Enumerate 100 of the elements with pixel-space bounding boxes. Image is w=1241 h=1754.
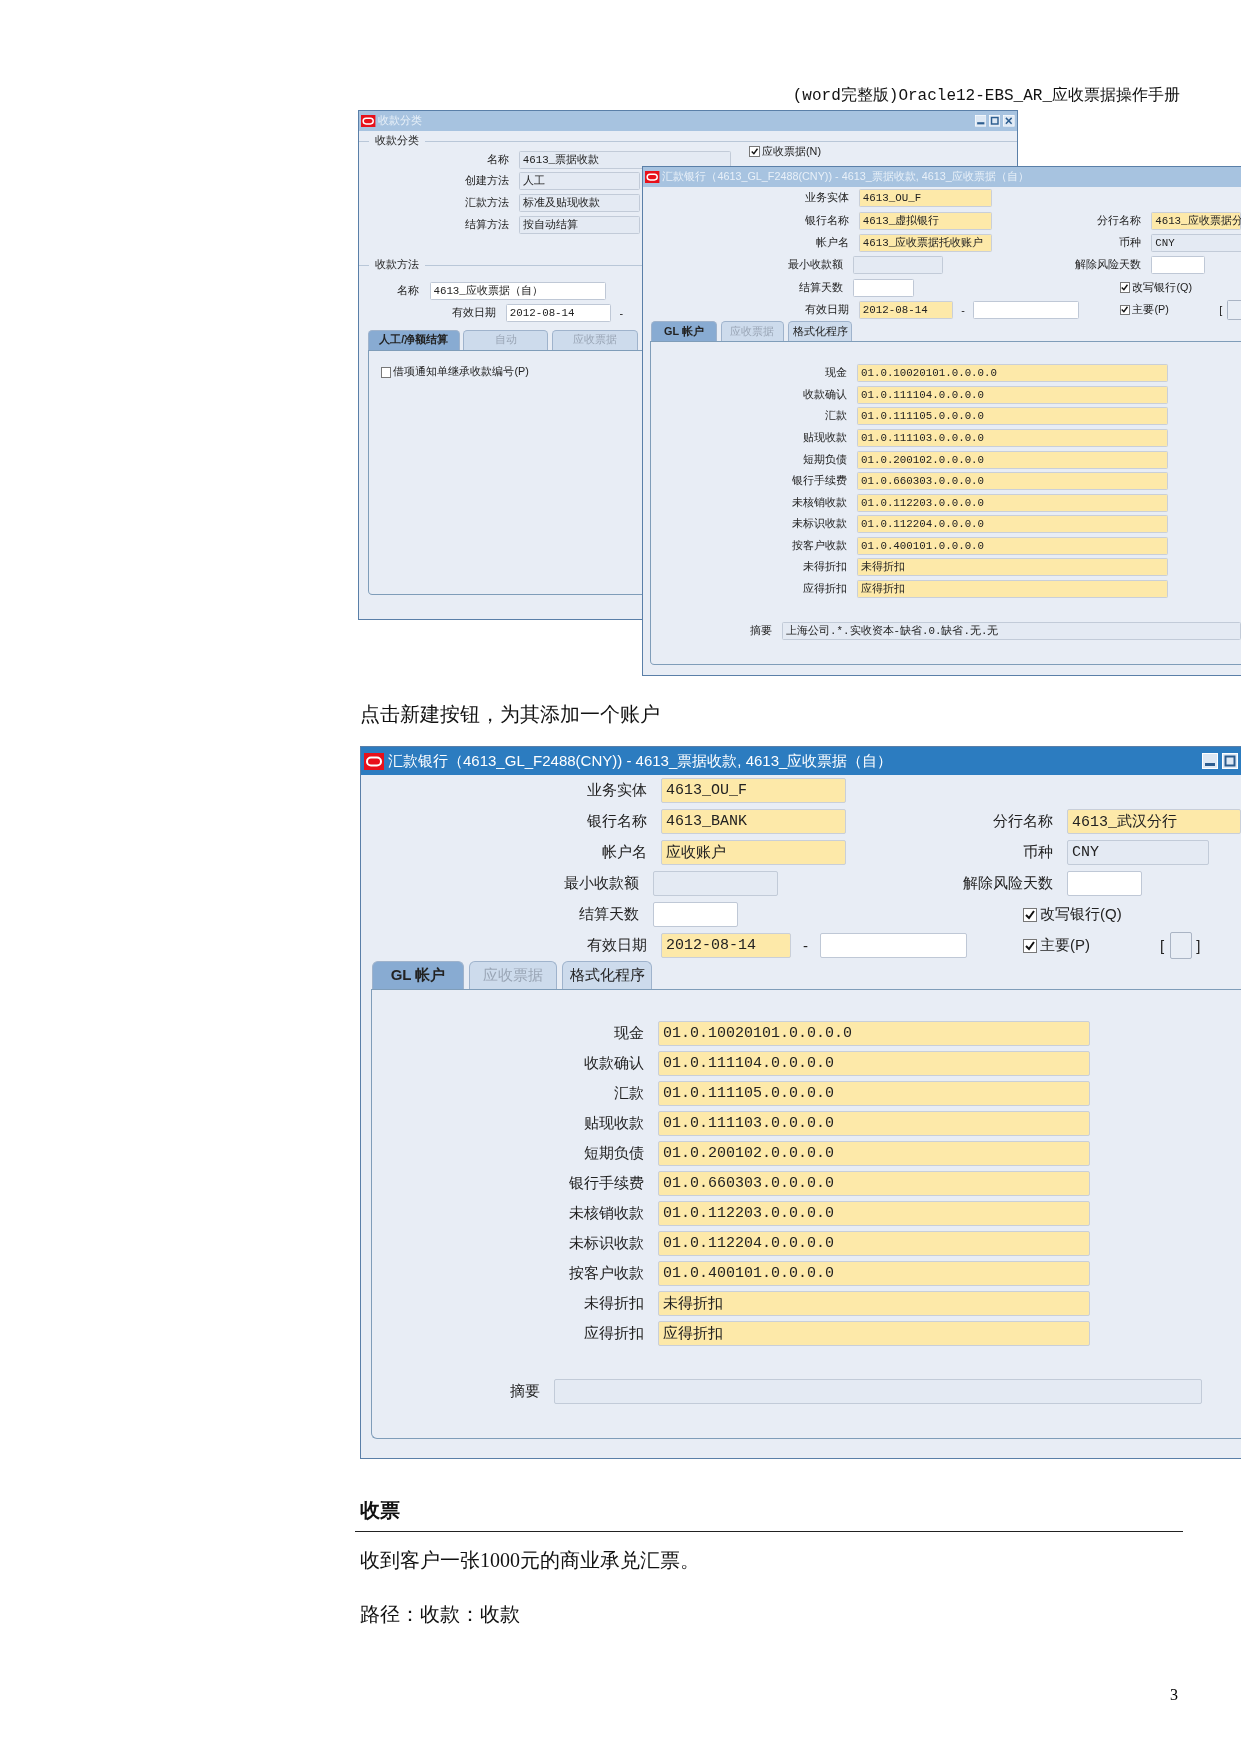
- text-field[interactable]: 4613_OU_F: [859, 189, 993, 208]
- account-field[interactable]: 01.0.111103.0.0.0.0: [857, 428, 1169, 447]
- text-field[interactable]: 2012-08-14: [505, 304, 611, 322]
- text-field[interactable]: CNY: [1151, 233, 1241, 252]
- minimize-icon[interactable]: [1202, 753, 1218, 769]
- checkbox[interactable]: [1023, 907, 1037, 922]
- field-label: 币种: [1118, 235, 1142, 250]
- text-field[interactable]: 2012-08-14: [859, 300, 953, 319]
- text-field[interactable]: 按自动结算: [518, 215, 640, 234]
- field-label: 帐户名: [601, 843, 647, 862]
- checkbox[interactable]: [749, 146, 760, 158]
- flexfield-field[interactable]: [1226, 299, 1241, 320]
- flexfield-field[interactable]: [1170, 932, 1193, 959]
- account-field[interactable]: 01.0.111105.0.0.0.0: [658, 1080, 1090, 1106]
- bracket: [: [1219, 303, 1223, 316]
- field-label: 分行名称: [1096, 213, 1142, 228]
- maximize-icon[interactable]: [1222, 753, 1238, 769]
- account-field[interactable]: 未得折扣: [857, 558, 1169, 577]
- tab[interactable]: 格式化程序: [787, 321, 853, 342]
- field-label: 有效日期: [803, 302, 849, 317]
- field-label: 贴现收款: [802, 430, 847, 445]
- text-field[interactable]: 标准及贴现收款: [518, 193, 640, 212]
- tab[interactable]: GL 帐户: [372, 961, 464, 989]
- tab[interactable]: GL 帐户: [650, 321, 718, 342]
- checkbox-label: 借项通知单继承收款编号(P): [393, 365, 529, 380]
- tab[interactable]: 格式化程序: [562, 961, 652, 989]
- field-label: 结算方法: [463, 217, 509, 232]
- account-field[interactable]: 应得折扣: [857, 580, 1169, 599]
- account-field[interactable]: 01.0.111104.0.0.0.0: [658, 1050, 1090, 1076]
- text-field[interactable]: 4613_BANK: [661, 809, 846, 834]
- text-field[interactable]: CNY: [1067, 840, 1209, 865]
- account-field[interactable]: 01.0.112204.0.0.0.0: [857, 515, 1169, 534]
- text-field[interactable]: [1151, 256, 1206, 275]
- text-field[interactable]: [820, 933, 967, 958]
- text-field[interactable]: [853, 278, 915, 297]
- field-label: 创建方法: [463, 174, 509, 189]
- field-label: 汇款方法: [463, 195, 509, 210]
- text-field[interactable]: 4613_虚拟银行: [859, 211, 993, 230]
- field-label: 未标识收款: [791, 517, 847, 532]
- bracket: [: [1160, 937, 1165, 954]
- field-label: 摘要: [749, 623, 773, 638]
- field-label: 银行名称: [803, 213, 849, 228]
- tab[interactable]: 人工/净额结算: [367, 329, 460, 350]
- account-field[interactable]: 01.0.200102.0.0.0.0: [658, 1140, 1090, 1166]
- field-label: 贴现收款: [583, 1113, 644, 1133]
- text-field[interactable]: 人工: [518, 172, 640, 191]
- account-field[interactable]: 01.0.400101.0.0.0.0: [857, 536, 1169, 555]
- text-field[interactable]: 4613_票据收款: [518, 150, 732, 169]
- window-title: 汇款银行（4613_GL_F2488(CNY)) - 4613_票据收款, 4613_应收票据（自）: [388, 751, 894, 771]
- account-field[interactable]: 01.0.111104.0.0.0.0: [857, 385, 1169, 404]
- account-field[interactable]: 应得折扣: [658, 1320, 1090, 1346]
- checkbox-label: 改写银行(Q): [1040, 905, 1122, 924]
- checkbox[interactable]: [1119, 304, 1131, 316]
- checkbox[interactable]: [1119, 282, 1131, 293]
- account-field[interactable]: 01.0.10020101.0.0.0.0: [658, 1020, 1090, 1046]
- section-heading: 收票: [360, 1497, 401, 1523]
- text-field[interactable]: 4613_应收票据（自）: [429, 281, 606, 300]
- text-field[interactable]: [853, 256, 944, 275]
- field-label: 最小收款额: [787, 258, 844, 273]
- text-field[interactable]: [1067, 871, 1142, 896]
- checkbox[interactable]: [1023, 938, 1037, 953]
- summary-field[interactable]: [554, 1378, 1202, 1404]
- field-label: 业务实体: [803, 191, 849, 206]
- checkbox-label: 改写银行(Q): [1132, 280, 1192, 295]
- account-field[interactable]: 01.0.112204.0.0.0.0: [658, 1230, 1090, 1256]
- text-field[interactable]: 4613_应收票据托收账户: [859, 233, 993, 252]
- field-label: 结算天数: [798, 280, 844, 295]
- checkbox[interactable]: [380, 367, 392, 378]
- section-title: 收款分类: [374, 134, 419, 149]
- text-field[interactable]: [973, 300, 1080, 319]
- text-field[interactable]: 4613_武汉分行: [1067, 809, 1241, 834]
- account-field[interactable]: 01.0.400101.0.0.0.0: [658, 1260, 1090, 1286]
- account-field[interactable]: 01.0.111105.0.0.0.0: [857, 407, 1169, 426]
- account-field[interactable]: 01.0.112203.0.0.0.0: [857, 493, 1169, 512]
- maximize-icon[interactable]: [988, 115, 1001, 127]
- logo-icon: [645, 170, 660, 184]
- text-field[interactable]: [653, 902, 738, 927]
- summary-field[interactable]: 上海公司.*.实收资本-缺省.0.缺省.无.无: [782, 621, 1241, 640]
- field-label: 短期负债: [802, 452, 847, 467]
- minimize-icon[interactable]: [974, 115, 987, 127]
- account-field[interactable]: 01.0.111103.0.0.0.0: [658, 1110, 1090, 1136]
- field-label: 解除风险天数: [962, 874, 1053, 893]
- close-icon[interactable]: [1003, 115, 1015, 127]
- account-field[interactable]: 01.0.660303.0.0.0.0: [658, 1170, 1090, 1196]
- account-field[interactable]: 01.0.660303.0.0.0.0: [857, 472, 1169, 491]
- field-label: 分行名称: [992, 812, 1053, 831]
- account-field[interactable]: 未得折扣: [658, 1290, 1090, 1316]
- text-field[interactable]: 应收账户: [661, 840, 846, 865]
- account-field[interactable]: 01.0.200102.0.0.0.0: [857, 450, 1169, 469]
- account-field[interactable]: 01.0.112203.0.0.0.0: [658, 1200, 1090, 1226]
- logo-icon: [361, 114, 376, 128]
- text-field[interactable]: [653, 871, 778, 896]
- field-label: 有效日期: [450, 306, 496, 320]
- text-field[interactable]: 4613_OU_F: [661, 778, 846, 803]
- field-label: 应得折扣: [583, 1323, 644, 1343]
- account-field[interactable]: 01.0.10020101.0.0.0.0: [857, 364, 1169, 383]
- field-label: 有效日期: [586, 936, 647, 955]
- field-label: 未核销收款: [568, 1203, 644, 1223]
- text-field[interactable]: 2012-08-14: [661, 933, 791, 958]
- bracket: ]: [1196, 937, 1201, 954]
